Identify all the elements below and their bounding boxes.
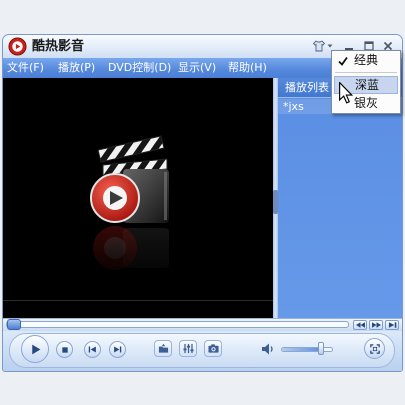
seek-bar <box>3 318 402 331</box>
mouse-cursor-icon <box>339 82 353 104</box>
menu-file[interactable]: 文件(F) <box>7 58 44 78</box>
menu-view[interactable]: 显示(V) <box>178 58 216 78</box>
skin-dropdown-arrow-icon[interactable] <box>327 43 333 49</box>
equalizer-icon <box>182 343 194 354</box>
checkmark-icon <box>338 56 348 66</box>
open-file-button[interactable] <box>154 340 172 357</box>
fast-button[interactable] <box>369 320 383 330</box>
seek-track[interactable] <box>6 321 349 328</box>
play-button[interactable] <box>21 335 49 363</box>
next-icon <box>114 346 122 353</box>
volume-icon[interactable] <box>260 341 276 357</box>
slow-button[interactable] <box>353 320 367 330</box>
window-title: 酷热影音 <box>32 39 85 54</box>
playlist-panel: 播放列表 *jxs <box>278 78 402 318</box>
skin-menu-separator <box>335 72 397 73</box>
menu-play[interactable]: 播放(P) <box>58 58 95 78</box>
seek-handle[interactable] <box>7 319 21 330</box>
next-button[interactable] <box>109 341 126 358</box>
previous-icon <box>88 346 96 353</box>
fast-icon <box>371 322 381 328</box>
video-divider <box>3 300 273 301</box>
volume-level-fill <box>282 348 321 351</box>
skin-menu-label: 银灰 <box>354 96 379 110</box>
control-bar <box>3 331 402 371</box>
equalizer-button[interactable] <box>179 340 197 357</box>
stop-button[interactable] <box>56 341 73 358</box>
menu-dvd-control[interactable]: DVD控制(D) <box>108 58 171 78</box>
app-logo-icon <box>8 37 27 56</box>
skin-menu-label: 深蓝 <box>355 78 380 92</box>
frame-step-icon <box>388 322 396 328</box>
playlist-title: 播放列表 <box>285 81 329 94</box>
menu-help[interactable]: 帮助(H) <box>228 58 267 78</box>
skin-menu-label: 经典 <box>354 53 379 67</box>
video-area[interactable] <box>3 78 273 318</box>
open-file-icon <box>158 343 168 353</box>
previous-button[interactable] <box>84 341 101 358</box>
volume-slider-handle[interactable] <box>318 342 324 355</box>
clapperboard-logo-icon <box>63 135 193 284</box>
stop-icon <box>61 346 68 353</box>
play-icon <box>31 344 40 354</box>
slow-icon <box>355 322 365 328</box>
frame-step-button[interactable] <box>385 320 399 330</box>
volume-slider[interactable] <box>281 342 333 355</box>
snapshot-button[interactable] <box>204 340 222 357</box>
playlist-item-name: *jxs <box>283 100 304 113</box>
fullscreen-button[interactable] <box>364 338 385 359</box>
snapshot-icon <box>207 344 219 353</box>
skin-menu-item-classic[interactable]: 经典 <box>334 52 398 70</box>
fullscreen-icon <box>369 343 380 354</box>
skin-icon[interactable] <box>313 40 325 52</box>
